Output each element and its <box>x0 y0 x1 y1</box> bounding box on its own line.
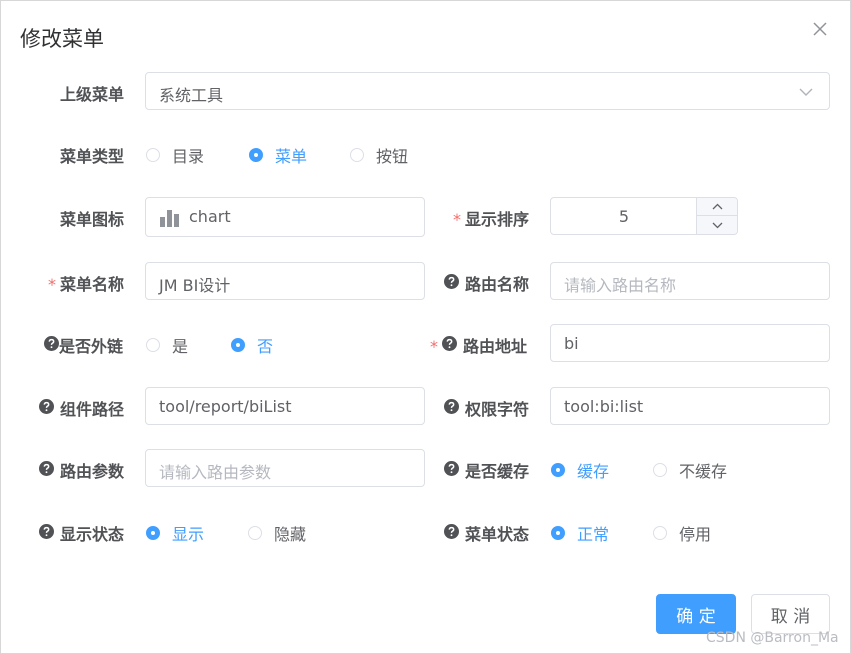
question-circle-icon[interactable] <box>39 524 54 539</box>
question-circle-icon[interactable] <box>44 336 59 351</box>
question-circle-icon[interactable] <box>39 461 54 476</box>
display-order-stepper[interactable]: 5 <box>550 197 738 235</box>
radio-cache-no[interactable]: 不缓存 <box>653 458 727 482</box>
route-name-input[interactable]: 请输入路由名称 <box>550 262 830 300</box>
radio-circle <box>248 526 262 540</box>
is-cache-label: 是否缓存 <box>444 458 529 482</box>
radio-label: 停用 <box>679 525 712 544</box>
route-name-placeholder: 请输入路由名称 <box>564 276 677 295</box>
radio-visible-hide[interactable]: 隐藏 <box>248 521 306 545</box>
route-path-input[interactable]: bi <box>550 324 830 362</box>
radio-circle <box>146 526 160 540</box>
display-order-value: 5 <box>618 207 630 226</box>
route-name-label: 路由名称 <box>444 271 529 295</box>
radio-external-no[interactable]: 否 <box>231 333 273 357</box>
radio-status-normal[interactable]: 正常 <box>551 521 609 545</box>
decrease-button[interactable] <box>697 216 737 234</box>
radio-status-disabled[interactable]: 停用 <box>653 521 711 545</box>
question-circle-icon[interactable] <box>39 399 54 414</box>
route-path-value: bi <box>564 334 579 353</box>
bar-chart-icon <box>160 210 179 227</box>
radio-label: 显示 <box>172 525 205 544</box>
watermark: CSDN @Barron_Ma <box>706 630 839 646</box>
chevron-down-icon <box>712 222 722 228</box>
radio-label: 正常 <box>577 525 610 544</box>
radio-circle <box>231 338 245 352</box>
increase-button[interactable] <box>697 198 737 216</box>
radio-circle <box>146 148 160 162</box>
permission-input[interactable]: tool:bi:list <box>550 387 830 425</box>
is-external-label: 是否外链 <box>44 333 123 357</box>
confirm-button[interactable]: 确 定 <box>656 594 736 634</box>
component-path-input[interactable]: tool/report/biList <box>145 387 425 425</box>
display-order-label: * 显示排序 <box>453 210 530 229</box>
close-icon[interactable] <box>810 19 830 39</box>
cancel-button[interactable]: 取 消 <box>751 594 830 634</box>
question-circle-icon[interactable] <box>444 399 459 414</box>
question-circle-icon[interactable] <box>442 336 457 351</box>
radio-label: 目录 <box>172 147 205 166</box>
component-path-label: 组件路径 <box>39 396 124 420</box>
menu-icon-value: chart <box>189 207 231 226</box>
radio-cache-yes[interactable]: 缓存 <box>551 458 609 482</box>
menu-icon-label: 菜单图标 <box>60 210 125 229</box>
radio-label: 否 <box>257 337 274 356</box>
route-path-label: * 路由地址 <box>430 336 528 356</box>
stepper-controls <box>696 198 737 234</box>
radio-circle <box>249 148 263 162</box>
radio-circle <box>551 463 565 477</box>
route-params-label: 路由参数 <box>39 458 124 482</box>
radio-circle <box>551 526 565 540</box>
radio-label: 按钮 <box>376 147 409 166</box>
radio-visible-show[interactable]: 显示 <box>146 521 204 545</box>
parent-menu-label: 上级菜单 <box>60 85 125 104</box>
menu-name-value: JM BI设计 <box>159 276 231 295</box>
chevron-down-icon <box>799 88 813 96</box>
radio-circle <box>653 526 667 540</box>
radio-label: 是 <box>172 337 189 356</box>
parent-menu-select[interactable]: 系统工具 <box>145 72 830 110</box>
menu-icon-input[interactable]: chart <box>145 197 425 237</box>
radio-circle <box>350 148 364 162</box>
radio-label: 不缓存 <box>679 462 728 481</box>
question-circle-icon[interactable] <box>444 461 459 476</box>
radio-label: 菜单 <box>275 147 308 166</box>
component-path-value: tool/report/biList <box>159 397 292 416</box>
radio-circle <box>146 338 160 352</box>
dialog-title: 修改菜单 <box>20 27 104 51</box>
menu-name-label: * 菜单名称 <box>48 275 125 294</box>
radio-label: 隐藏 <box>274 525 307 544</box>
visible-label: 显示状态 <box>39 521 124 545</box>
chevron-up-icon <box>712 203 722 210</box>
menu-name-input[interactable]: JM BI设计 <box>145 262 425 300</box>
permission-label: 权限字符 <box>444 396 529 420</box>
radio-menu-type-button[interactable]: 按钮 <box>350 143 408 167</box>
route-params-input[interactable]: 请输入路由参数 <box>145 449 425 487</box>
radio-menu-type-directory[interactable]: 目录 <box>146 143 204 167</box>
menu-type-label: 菜单类型 <box>60 147 125 166</box>
permission-value: tool:bi:list <box>564 397 644 416</box>
edit-menu-dialog: 修改菜单 上级菜单 系统工具 菜单类型 目录 菜单 按钮 菜单图标 chart … <box>0 0 851 654</box>
question-circle-icon[interactable] <box>444 524 459 539</box>
radio-label: 缓存 <box>577 462 610 481</box>
status-label: 菜单状态 <box>444 521 529 545</box>
parent-menu-value: 系统工具 <box>159 86 224 105</box>
radio-external-yes[interactable]: 是 <box>146 333 188 357</box>
route-params-placeholder: 请输入路由参数 <box>159 463 272 482</box>
radio-circle <box>653 463 667 477</box>
radio-menu-type-menu[interactable]: 菜单 <box>249 143 307 167</box>
question-circle-icon[interactable] <box>444 274 459 289</box>
